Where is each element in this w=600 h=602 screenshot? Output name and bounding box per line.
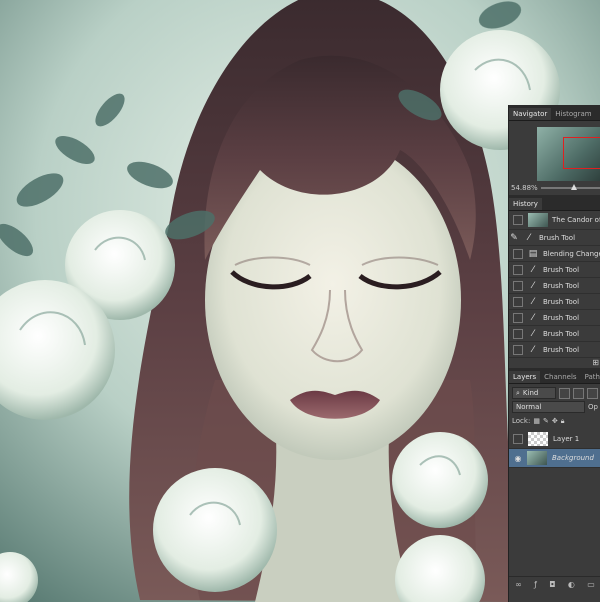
link-layers-icon[interactable]: ∞ bbox=[515, 580, 522, 589]
navigator-panel: 54.88% bbox=[509, 121, 600, 195]
history-checkbox[interactable] bbox=[513, 328, 523, 339]
history-list: The Candor of th ✎ ⁄ Brush Tool ▤ Blendi… bbox=[509, 211, 600, 368]
opacity-label: Op bbox=[588, 403, 598, 411]
history-checkbox[interactable] bbox=[513, 264, 523, 275]
zoom-value[interactable]: 54.88% bbox=[511, 184, 538, 192]
blend-row: Normal Op bbox=[512, 400, 598, 414]
history-item-label: Brush Tool bbox=[543, 297, 580, 306]
layer-filter-value: Kind bbox=[522, 389, 539, 397]
brush-icon: ⁄ bbox=[532, 344, 534, 355]
history-snapshot[interactable]: The Candor of th bbox=[509, 211, 600, 230]
history-item-label: Blending Change bbox=[543, 249, 600, 258]
snapshot-label: The Candor of th bbox=[552, 216, 600, 224]
filter-type-icon[interactable] bbox=[587, 387, 598, 399]
zoom-slider-knob[interactable] bbox=[570, 184, 577, 190]
history-item-label: Brush Tool bbox=[539, 233, 576, 242]
layer-visibility-toggle[interactable] bbox=[513, 434, 523, 444]
lock-row: Lock: ▦ ✎ ✥ 🔒︎ bbox=[512, 414, 598, 428]
history-checkbox[interactable] bbox=[513, 280, 523, 291]
history-item-label: Brush Tool bbox=[543, 345, 580, 354]
history-brush-icon: ✎ bbox=[510, 232, 518, 243]
history-item[interactable]: ⁄ Brush Tool bbox=[509, 342, 600, 358]
tab-channels[interactable]: Channels bbox=[540, 371, 580, 383]
history-item-label: Brush Tool bbox=[543, 329, 580, 338]
layers-filter-row: ⌕ Kind bbox=[512, 386, 598, 400]
layer-name: Layer 1 bbox=[553, 435, 580, 443]
history-checkbox[interactable] bbox=[513, 344, 523, 355]
eye-icon[interactable]: ◉ bbox=[513, 453, 523, 463]
history-footer: ⊞ bbox=[509, 358, 600, 368]
navigator-tabbar: Navigator Histogram bbox=[509, 105, 600, 121]
tab-layers[interactable]: Layers bbox=[509, 371, 541, 383]
lock-label: Lock: bbox=[512, 417, 531, 425]
brush-icon: ⁄ bbox=[528, 232, 530, 243]
brush-icon: ⁄ bbox=[532, 312, 534, 323]
history-checkbox[interactable] bbox=[513, 296, 523, 307]
search-icon: ⌕ bbox=[516, 388, 520, 397]
adjustment-layer-icon[interactable]: ◐ bbox=[568, 580, 575, 589]
snapshot-thumbnail bbox=[528, 213, 548, 227]
new-group-icon[interactable]: ▭ bbox=[587, 580, 595, 589]
history-item-label: Brush Tool bbox=[543, 265, 580, 274]
layer-filter-select[interactable]: ⌕ Kind bbox=[512, 387, 556, 399]
history-item[interactable]: ⁄ Brush Tool bbox=[509, 326, 600, 342]
layer-item[interactable]: Layer 1 bbox=[509, 430, 600, 449]
snapshot-checkbox[interactable] bbox=[513, 215, 523, 225]
lock-all-icon[interactable]: 🔒︎ bbox=[561, 417, 565, 426]
document-icon: ▤ bbox=[528, 248, 538, 259]
zoom-row: 54.88% bbox=[511, 183, 600, 193]
layer-thumbnail bbox=[527, 451, 547, 465]
new-document-from-state-icon[interactable]: ⊞ bbox=[592, 358, 599, 367]
lock-position-icon[interactable]: ✥ bbox=[552, 417, 558, 425]
history-item[interactable]: ⁄ Brush Tool bbox=[509, 278, 600, 294]
photoshop-panels: Navigator Histogram 54.88% History The C… bbox=[508, 105, 600, 602]
history-item[interactable]: ⁄ Brush Tool bbox=[509, 310, 600, 326]
history-checkbox[interactable] bbox=[513, 312, 523, 323]
history-item-label: Brush Tool bbox=[543, 281, 580, 290]
layer-name: Background bbox=[552, 454, 594, 462]
history-item[interactable]: ⁄ Brush Tool bbox=[509, 294, 600, 310]
layers-empty-area bbox=[509, 468, 600, 576]
tab-history[interactable]: History bbox=[509, 198, 542, 210]
history-item-label: Brush Tool bbox=[543, 313, 580, 322]
lock-transparency-icon[interactable]: ▦ bbox=[533, 417, 540, 425]
tab-histogram[interactable]: Histogram bbox=[551, 108, 595, 120]
layers-footer: ∞ ƒ ◘ ◐ ▭ bbox=[509, 576, 600, 591]
brush-icon: ⁄ bbox=[532, 296, 534, 307]
brush-icon: ⁄ bbox=[532, 328, 534, 339]
blend-mode-select[interactable]: Normal bbox=[512, 401, 586, 413]
layer-thumbnail bbox=[528, 432, 548, 446]
layer-item[interactable]: ◉ Background bbox=[509, 449, 600, 468]
brush-icon: ⁄ bbox=[532, 280, 534, 291]
history-item[interactable]: ▤ Blending Change bbox=[509, 246, 600, 262]
layers-tabbar: Layers Channels Paths bbox=[509, 368, 600, 384]
history-item[interactable]: ✎ ⁄ Brush Tool bbox=[509, 230, 600, 246]
tab-navigator[interactable]: Navigator bbox=[509, 108, 552, 120]
layer-mask-icon[interactable]: ◘ bbox=[549, 580, 555, 589]
navigator-thumbnail[interactable] bbox=[537, 127, 600, 181]
navigator-view-box[interactable] bbox=[563, 137, 600, 169]
filter-pixel-icon[interactable] bbox=[559, 387, 570, 399]
history-item[interactable]: ⁄ Brush Tool bbox=[509, 262, 600, 278]
filter-adjustment-icon[interactable] bbox=[573, 387, 584, 399]
history-checkbox[interactable] bbox=[513, 248, 523, 259]
layer-style-icon[interactable]: ƒ bbox=[534, 580, 537, 589]
blend-mode-value: Normal bbox=[516, 403, 542, 411]
lock-pixels-icon[interactable]: ✎ bbox=[543, 417, 549, 425]
zoom-slider[interactable] bbox=[540, 184, 600, 190]
history-tabbar: History bbox=[509, 195, 600, 211]
tab-paths[interactable]: Paths bbox=[581, 371, 600, 383]
brush-icon: ⁄ bbox=[532, 264, 534, 275]
layers-options: ⌕ Kind Normal Op Lock: ▦ ✎ ✥ 🔒︎ bbox=[509, 384, 600, 430]
